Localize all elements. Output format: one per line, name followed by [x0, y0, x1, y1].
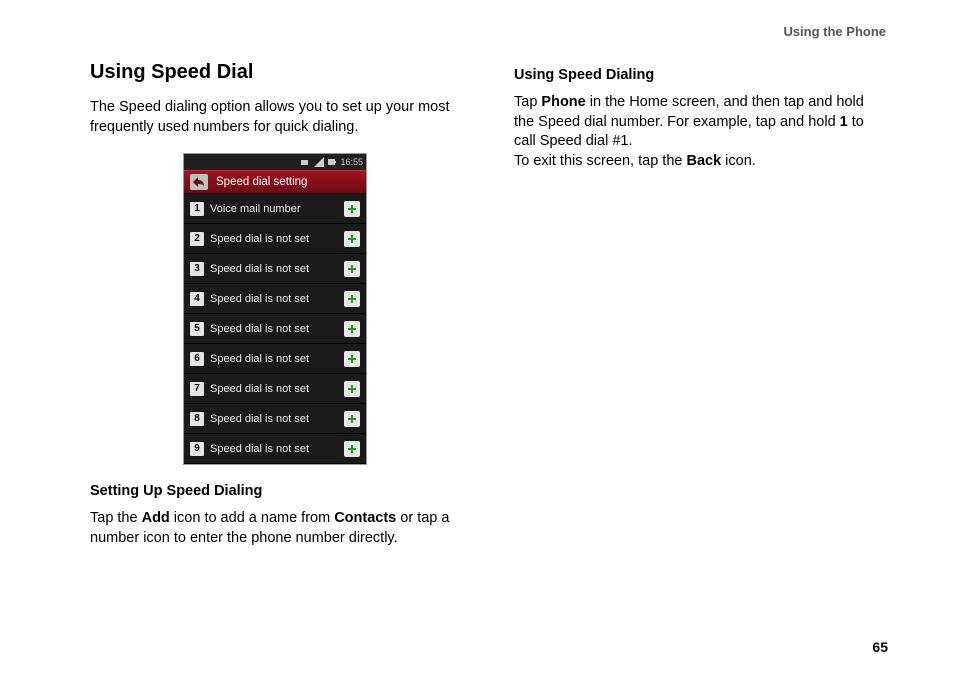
- add-icon[interactable]: [344, 411, 360, 427]
- text-fragment: icon.: [721, 153, 756, 169]
- intro-paragraph: The Speed dialing option allows you to s…: [90, 98, 460, 137]
- number-icon[interactable]: 1: [190, 202, 204, 216]
- row-label: Speed dial is not set: [210, 443, 338, 455]
- signal-icon: [314, 157, 324, 167]
- subsection-heading: Setting Up Speed Dialing: [90, 483, 460, 499]
- number-icon[interactable]: 6: [190, 352, 204, 366]
- phone-title-bar[interactable]: Speed dial setting: [184, 170, 366, 194]
- speed-dial-row[interactable]: 6 Speed dial is not set: [184, 344, 366, 374]
- speed-dial-row[interactable]: 7 Speed dial is not set: [184, 374, 366, 404]
- text-fragment: To exit this screen, tap the: [514, 153, 686, 169]
- row-label: Speed dial is not set: [210, 413, 338, 425]
- status-time: 16:55: [340, 157, 363, 167]
- page-number: 65: [872, 639, 888, 655]
- speed-dial-list: 1 Voice mail number 2 Speed dial is not set…: [184, 194, 366, 464]
- number-icon[interactable]: 9: [190, 442, 204, 456]
- add-icon[interactable]: [344, 381, 360, 397]
- text-fragment: Tap: [514, 94, 541, 110]
- number-icon[interactable]: 8: [190, 412, 204, 426]
- text-bold-back: Back: [686, 153, 721, 169]
- speed-dial-row[interactable]: 9 Speed dial is not set: [184, 434, 366, 464]
- add-icon[interactable]: [344, 351, 360, 367]
- speed-dial-row[interactable]: 3 Speed dial is not set: [184, 254, 366, 284]
- phone-status-bar: 16:55: [184, 154, 366, 170]
- right-paragraph: Tap Phone in the Home screen, and then t…: [514, 93, 884, 171]
- text-bold-add: Add: [142, 510, 170, 526]
- add-icon[interactable]: [344, 201, 360, 217]
- status-icon: [301, 157, 311, 167]
- speed-dial-row[interactable]: 4 Speed dial is not set: [184, 284, 366, 314]
- row-label: Speed dial is not set: [210, 323, 338, 335]
- text-fragment: icon to add a name from: [170, 510, 334, 526]
- number-icon[interactable]: 4: [190, 292, 204, 306]
- page-header: Using the Phone: [90, 24, 894, 39]
- add-icon[interactable]: [344, 261, 360, 277]
- row-label: Voice mail number: [210, 203, 338, 215]
- number-icon[interactable]: 5: [190, 322, 204, 336]
- speed-dial-row[interactable]: 5 Speed dial is not set: [184, 314, 366, 344]
- text-bold-contacts: Contacts: [334, 510, 396, 526]
- text-fragment: Tap the: [90, 510, 142, 526]
- text-bold-one: 1: [840, 114, 848, 130]
- add-icon[interactable]: [344, 321, 360, 337]
- add-icon[interactable]: [344, 231, 360, 247]
- phone-screenshot: 16:55 Speed dial setting 1 Voice mail num…: [90, 153, 460, 465]
- phone-title-text: Speed dial setting: [216, 176, 307, 188]
- phone-frame: 16:55 Speed dial setting 1 Voice mail num…: [183, 153, 367, 465]
- right-column: Using Speed Dialing Tap Phone in the Hom…: [514, 61, 884, 564]
- subsection-paragraph: Tap the Add icon to add a name from Cont…: [90, 509, 460, 548]
- speed-dial-row[interactable]: 2 Speed dial is not set: [184, 224, 366, 254]
- row-label: Speed dial is not set: [210, 353, 338, 365]
- number-icon[interactable]: 7: [190, 382, 204, 396]
- back-icon[interactable]: [190, 174, 208, 190]
- left-column: Using Speed Dial The Speed dialing optio…: [90, 61, 460, 564]
- number-icon[interactable]: 3: [190, 262, 204, 276]
- section-title: Using Speed Dial: [90, 61, 460, 84]
- battery-icon: [327, 157, 337, 167]
- text-bold-phone: Phone: [541, 94, 585, 110]
- add-icon[interactable]: [344, 291, 360, 307]
- row-label: Speed dial is not set: [210, 383, 338, 395]
- speed-dial-row[interactable]: 8 Speed dial is not set: [184, 404, 366, 434]
- row-label: Speed dial is not set: [210, 233, 338, 245]
- row-label: Speed dial is not set: [210, 293, 338, 305]
- number-icon[interactable]: 2: [190, 232, 204, 246]
- content-columns: Using Speed Dial The Speed dialing optio…: [90, 61, 894, 564]
- add-icon[interactable]: [344, 441, 360, 457]
- right-heading: Using Speed Dialing: [514, 67, 884, 83]
- row-label: Speed dial is not set: [210, 263, 338, 275]
- speed-dial-row[interactable]: 1 Voice mail number: [184, 194, 366, 224]
